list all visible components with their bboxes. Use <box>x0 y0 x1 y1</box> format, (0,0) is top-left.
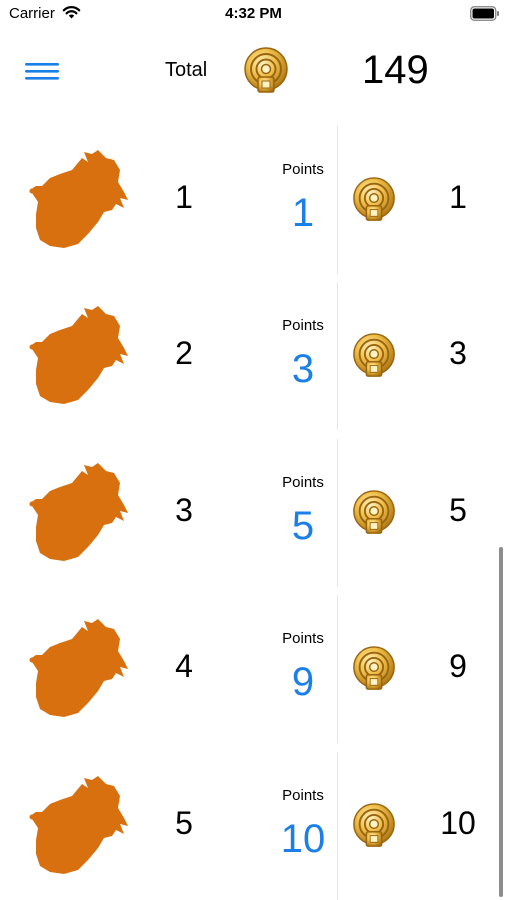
points-label: Points <box>282 630 324 647</box>
points-value: 3 <box>291 347 315 391</box>
hamburger-menu-icon[interactable] <box>21 56 61 86</box>
coin-value: 5 <box>449 492 467 528</box>
status-bar: Carrier 4:32 PM <box>0 0 507 30</box>
battery-icon <box>470 6 499 21</box>
column-divider <box>337 282 338 430</box>
animal-head-silhouette-icon <box>26 461 130 565</box>
status-time: 4:32 PM <box>225 5 282 22</box>
header-bar: Total 149 <box>0 40 507 102</box>
points-value: 1 <box>291 191 315 235</box>
column-divider <box>337 126 338 274</box>
points-value: 9 <box>291 660 315 704</box>
row-index: 2 <box>175 335 193 371</box>
list-row[interactable]: 4 Points 9 9 <box>0 595 507 743</box>
row-index: 3 <box>175 492 193 528</box>
coin-value: 3 <box>449 335 467 371</box>
points-label: Points <box>282 161 324 178</box>
points-value: 5 <box>291 504 315 548</box>
list-row[interactable]: 1 Points 1 1 <box>0 126 507 274</box>
animal-head-silhouette-icon <box>26 148 130 252</box>
column-divider <box>337 752 338 900</box>
row-index: 5 <box>175 805 193 841</box>
list-row[interactable]: 5 Points 10 10 <box>0 752 507 900</box>
list-row[interactable]: 3 Points 5 5 <box>0 439 507 587</box>
animal-head-silhouette-icon <box>26 304 130 408</box>
points-label: Points <box>282 317 324 334</box>
animal-head-silhouette-icon <box>26 617 130 721</box>
gold-coin-icon <box>350 489 398 537</box>
list-row[interactable]: 2 Points 3 3 <box>0 282 507 430</box>
coin-value: 9 <box>449 648 467 684</box>
gold-coin-icon <box>350 332 398 380</box>
vertical-scrollbar[interactable] <box>499 547 503 897</box>
points-label: Points <box>282 787 324 804</box>
animal-head-silhouette-icon <box>26 774 130 878</box>
total-value: 149 <box>362 48 429 92</box>
row-index: 1 <box>175 179 193 215</box>
gold-coin-icon <box>350 176 398 224</box>
points-value: 10 <box>280 817 326 861</box>
column-divider <box>337 595 338 743</box>
total-label: Total <box>165 59 208 81</box>
points-label: Points <box>282 474 324 491</box>
gold-coin-icon <box>350 645 398 693</box>
levels-list[interactable]: 1 Points 1 1 2 Points 3 3 3 Points 5 5 4… <box>0 126 507 900</box>
row-index: 4 <box>175 648 193 684</box>
gold-coin-icon <box>242 46 290 96</box>
coin-value: 10 <box>440 805 476 841</box>
coin-value: 1 <box>449 179 467 215</box>
column-divider <box>337 439 338 587</box>
gold-coin-icon <box>350 802 398 850</box>
